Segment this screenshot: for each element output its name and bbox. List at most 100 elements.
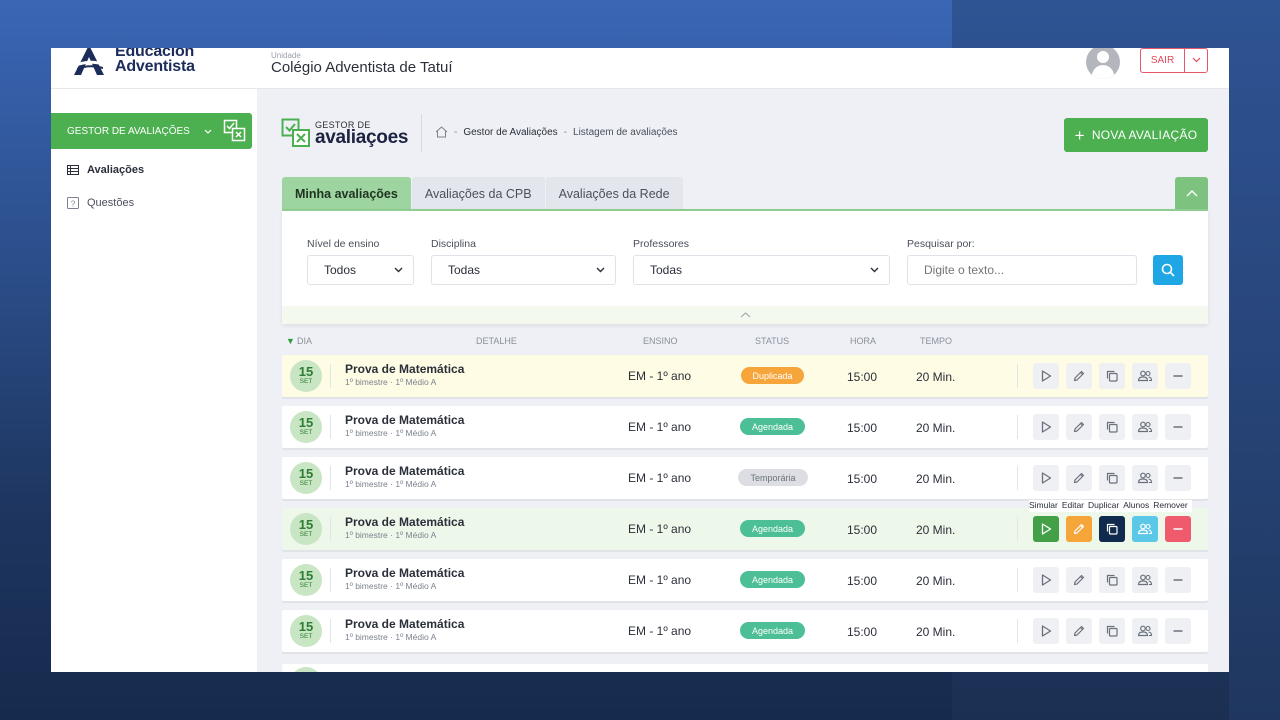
- simulate-button[interactable]: [1033, 567, 1059, 593]
- plus-icon: +: [1074, 125, 1085, 145]
- assessment-title[interactable]: Prova de Matemática: [345, 362, 464, 376]
- table-row[interactable]: 15 SET Prova de Matemática 1º bimestre · 1º…: [282, 406, 1208, 448]
- logout-label: SAIR: [1141, 49, 1185, 72]
- nivel-select[interactable]: Todos: [307, 255, 414, 285]
- table-row[interactable]: 15 SET Prova de Matemática 1º bimestre · 1º…: [282, 559, 1208, 601]
- assessment-title[interactable]: Prova de Matemática: [345, 566, 464, 580]
- sidebar-item-questoes[interactable]: ? Questões: [67, 197, 134, 209]
- edit-button[interactable]: [1066, 618, 1092, 644]
- breadcrumb-item[interactable]: Gestor de Avaliações: [463, 127, 557, 138]
- duplicate-icon: [1105, 420, 1119, 434]
- home-icon[interactable]: [435, 126, 448, 138]
- tempo-cell: 20 Min.: [916, 523, 956, 537]
- remove-button[interactable]: [1165, 516, 1191, 542]
- duplicate-button[interactable]: [1099, 618, 1125, 644]
- status-badge: Agendada: [740, 571, 805, 588]
- assessment-icon: [223, 119, 246, 142]
- column-header[interactable]: DIA: [297, 336, 312, 346]
- assessment-icon: [281, 118, 310, 147]
- collapse-filters-button[interactable]: [1175, 177, 1208, 210]
- tooltip-remover: Remover: [1153, 500, 1188, 510]
- edit-button[interactable]: [1066, 465, 1092, 491]
- user-avatar[interactable]: [1086, 48, 1120, 79]
- tab-minha-avaliacoes[interactable]: Minha avaliações: [282, 177, 411, 210]
- sidebar-item-label: Questões: [87, 197, 135, 209]
- remove-button[interactable]: [1165, 567, 1191, 593]
- divider: [330, 568, 331, 592]
- sidebar-item-label: Avaliações: [87, 164, 145, 176]
- students-button[interactable]: [1132, 363, 1158, 389]
- tab-avaliacoes-cpb[interactable]: Avaliações da CPB: [411, 177, 545, 210]
- edit-button[interactable]: [1066, 567, 1092, 593]
- table-row[interactable]: [282, 664, 1208, 672]
- sort-desc-icon[interactable]: ▼: [286, 336, 295, 346]
- edit-button[interactable]: [1066, 414, 1092, 440]
- students-button[interactable]: [1132, 414, 1158, 440]
- unit-name: Colégio Adventista de Tatuí: [271, 59, 453, 76]
- hora-cell: 15:00: [847, 421, 878, 435]
- professores-select[interactable]: Todas: [633, 255, 890, 285]
- logout-button[interactable]: SAIR: [1140, 48, 1208, 73]
- date-month: SET: [299, 429, 313, 436]
- duplicate-button[interactable]: [1099, 414, 1125, 440]
- assessment-title[interactable]: Prova de Matemática: [345, 464, 464, 478]
- disciplina-select[interactable]: Todas: [431, 255, 616, 285]
- assessment-title[interactable]: Prova de Matemática: [345, 515, 464, 529]
- simulate-button[interactable]: [1033, 465, 1059, 491]
- top-bar: Educación Adventista Unidade Colégio Adv…: [51, 48, 1229, 89]
- students-button[interactable]: [1132, 618, 1158, 644]
- search-input[interactable]: [907, 255, 1137, 285]
- duplicate-button[interactable]: [1099, 363, 1125, 389]
- ensino-cell: EM - 1º ano: [628, 624, 692, 638]
- date-badge: 15 SET: [290, 462, 322, 494]
- assessment-subtitle: 1º bimestre · 1º Médio A: [345, 479, 437, 489]
- tab-avaliacoes-rede[interactable]: Avaliações da Rede: [545, 177, 683, 210]
- students-button[interactable]: [1132, 567, 1158, 593]
- module-selector[interactable]: GESTOR DE AVALIAÇÕES: [51, 113, 252, 149]
- simulate-button[interactable]: [1033, 414, 1059, 440]
- divider: [330, 415, 331, 439]
- divider: [330, 364, 331, 388]
- date-badge: 15 SET: [290, 513, 322, 545]
- column-header: STATUS: [755, 336, 790, 346]
- simulate-icon: [1039, 471, 1053, 485]
- simulate-button[interactable]: [1033, 363, 1059, 389]
- remove-button[interactable]: [1165, 363, 1191, 389]
- duplicate-button[interactable]: [1099, 465, 1125, 491]
- table-row[interactable]: 15 SET Prova de Matemática 1º bimestre · 1º…: [282, 508, 1208, 550]
- remove-icon: [1171, 420, 1185, 434]
- search-button[interactable]: [1153, 255, 1183, 285]
- assessment-title[interactable]: Prova de Matemática: [345, 413, 464, 427]
- ensino-cell: EM - 1º ano: [628, 522, 692, 536]
- date-month: SET: [299, 531, 313, 538]
- logo-mark-icon: [74, 48, 105, 75]
- remove-button[interactable]: [1165, 465, 1191, 491]
- table-row[interactable]: 15 SET Prova de Matemática 1º bimestre · 1º…: [282, 610, 1208, 652]
- students-button[interactable]: [1132, 516, 1158, 542]
- assessment-title[interactable]: Prova de Matemática: [345, 617, 464, 631]
- duplicate-button[interactable]: [1099, 516, 1125, 542]
- breadcrumb: - Gestor de Avaliações - Listagem de ava…: [435, 126, 678, 138]
- duplicate-icon: [1105, 369, 1119, 383]
- edit-button[interactable]: [1066, 516, 1092, 542]
- table-row[interactable]: 15 SET Prova de Matemática 1º bimestre · 1º…: [282, 355, 1208, 397]
- table-row[interactable]: 15 SET Prova de Matemática 1º bimestre · 1º…: [282, 457, 1208, 499]
- divider: [421, 114, 422, 152]
- remove-button[interactable]: [1165, 414, 1191, 440]
- remove-icon: [1171, 522, 1185, 536]
- breadcrumb-item: Listagem de avaliações: [573, 126, 678, 138]
- date-day: 15: [298, 415, 314, 430]
- duplicate-button[interactable]: [1099, 567, 1125, 593]
- filter-footer[interactable]: [282, 306, 1208, 324]
- simulate-button[interactable]: [1033, 516, 1059, 542]
- chevron-down-icon[interactable]: [1185, 55, 1207, 66]
- students-button[interactable]: [1132, 465, 1158, 491]
- sidebar-item-avaliacoes[interactable]: Avaliações: [67, 164, 144, 176]
- new-assessment-button[interactable]: + NOVA AVALIAÇÃO: [1064, 118, 1208, 152]
- remove-button[interactable]: [1165, 618, 1191, 644]
- status-badge: Duplicada: [741, 367, 804, 384]
- educacion-adventista-logo[interactable]: Educación Adventista: [71, 48, 221, 80]
- date-badge: 15 SET: [290, 411, 322, 443]
- simulate-button[interactable]: [1033, 618, 1059, 644]
- edit-button[interactable]: [1066, 363, 1092, 389]
